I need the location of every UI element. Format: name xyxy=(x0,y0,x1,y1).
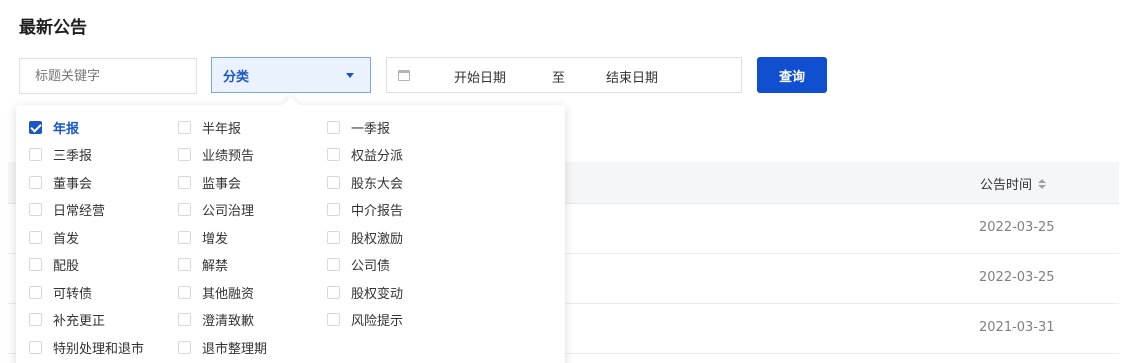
sort-icon[interactable] xyxy=(1038,178,1047,189)
category-checkbox[interactable] xyxy=(29,230,42,244)
category-option-label: 澄清致歉 xyxy=(202,314,255,329)
category-option-label: 股权变动 xyxy=(351,286,404,302)
category-option-label: 日常经营 xyxy=(53,204,106,219)
category-checkbox[interactable] xyxy=(178,120,191,134)
category-option-label: 年报 xyxy=(53,121,80,137)
category-option-label: 首发 xyxy=(53,231,80,247)
category-option[interactable]: 股权变动 xyxy=(327,284,404,302)
category-option-label: 特别处理和退市 xyxy=(53,341,145,357)
category-option[interactable]: 补充更正 xyxy=(29,312,106,329)
category-option-label: 公司债 xyxy=(351,259,391,274)
date-start-field[interactable]: 开始日期 xyxy=(454,67,506,86)
category-checkbox[interactable] xyxy=(29,313,42,326)
category-option[interactable]: 监事会 xyxy=(178,174,242,192)
category-option[interactable]: 公司治理 xyxy=(178,202,255,219)
category-option-label: 股权激励 xyxy=(351,231,404,247)
category-option[interactable]: 特别处理和退市 xyxy=(29,339,145,357)
category-checkbox[interactable] xyxy=(178,203,191,216)
category-option[interactable]: 年报 xyxy=(29,119,80,137)
category-checkbox[interactable] xyxy=(327,175,340,189)
category-option[interactable]: 可转债 xyxy=(29,284,93,302)
category-checkbox[interactable] xyxy=(327,120,340,134)
page-title: 最新公告 xyxy=(19,18,87,38)
category-checkbox[interactable] xyxy=(327,230,340,244)
category-checkbox[interactable] xyxy=(29,148,42,161)
category-option-label: 中介报告 xyxy=(351,204,404,219)
date-range-separator: 至 xyxy=(552,71,566,86)
category-checkbox[interactable] xyxy=(178,175,191,189)
category-option[interactable]: 公司债 xyxy=(327,257,391,274)
category-checkbox[interactable] xyxy=(29,120,42,134)
category-checkbox[interactable] xyxy=(178,340,191,354)
query-button[interactable]: 查询 xyxy=(757,57,827,93)
category-select[interactable]: 分类 xyxy=(211,57,371,93)
category-option-label: 其他融资 xyxy=(202,286,255,302)
category-option[interactable]: 澄清致歉 xyxy=(178,312,255,329)
category-dropdown-panel: 年报 半年报 一季报三季报 业绩预告 权益分派董事会 监事会 股东大会日常经营 公司治理 中介报… xyxy=(16,105,565,363)
category-option-label: 半年报 xyxy=(202,121,242,137)
category-option[interactable]: 股东大会 xyxy=(327,174,404,192)
category-option-label: 权益分派 xyxy=(351,149,404,164)
category-checkbox[interactable] xyxy=(29,340,42,354)
category-checkbox[interactable] xyxy=(327,203,340,216)
category-option-label: 配股 xyxy=(53,259,80,274)
row-date: 2021-03-31 xyxy=(979,320,1055,335)
category-option-label: 可转债 xyxy=(53,286,93,302)
caret-down-icon xyxy=(346,72,354,78)
category-checkbox[interactable] xyxy=(29,175,42,189)
category-option[interactable]: 解禁 xyxy=(178,257,229,274)
row-date: 2022-03-25 xyxy=(979,270,1055,285)
category-option-label: 解禁 xyxy=(202,259,229,274)
row-date: 2022-03-25 xyxy=(979,220,1055,235)
category-option-label: 公司治理 xyxy=(202,204,255,219)
category-option-label: 董事会 xyxy=(53,176,93,192)
category-option[interactable]: 退市整理期 xyxy=(178,339,268,357)
category-option-label: 一季报 xyxy=(351,121,391,137)
category-option-label: 退市整理期 xyxy=(202,341,268,357)
category-checkbox[interactable] xyxy=(327,285,340,299)
date-range-picker[interactable]: 开始日期 至 结束日期 xyxy=(386,57,742,93)
category-option[interactable]: 风险提示 xyxy=(327,312,404,329)
category-option[interactable]: 一季报 xyxy=(327,119,391,137)
category-option-label: 补充更正 xyxy=(53,314,106,329)
category-checkbox[interactable] xyxy=(29,203,42,216)
category-option[interactable]: 增发 xyxy=(178,229,229,247)
column-header-time[interactable]: 公告时间 xyxy=(980,174,1047,193)
announcements-page: 最新公告 分类 开始日期 至 结束日期 查询 公告时间 2022-03-25 2… xyxy=(0,0,1129,363)
category-option-label: 三季报 xyxy=(53,149,93,164)
category-select-label: 分类 xyxy=(223,69,250,85)
category-checkbox[interactable] xyxy=(327,313,340,326)
category-option[interactable]: 首发 xyxy=(29,229,80,247)
category-option[interactable]: 股权激励 xyxy=(327,229,404,247)
category-option[interactable]: 其他融资 xyxy=(178,284,255,302)
category-checkbox[interactable] xyxy=(178,148,191,161)
category-option[interactable]: 三季报 xyxy=(29,147,93,164)
category-option-label: 增发 xyxy=(202,231,229,247)
date-end-field[interactable]: 结束日期 xyxy=(606,67,658,86)
category-checkbox[interactable] xyxy=(29,285,42,299)
category-option[interactable]: 董事会 xyxy=(29,174,93,192)
calendar-icon xyxy=(398,69,410,81)
category-checkbox[interactable] xyxy=(178,313,191,326)
category-option[interactable]: 半年报 xyxy=(178,119,242,137)
category-checkbox[interactable] xyxy=(327,148,340,161)
category-checkbox[interactable] xyxy=(29,258,42,271)
category-checkbox[interactable] xyxy=(178,285,191,299)
keyword-search-input[interactable] xyxy=(19,58,197,94)
category-option[interactable]: 权益分派 xyxy=(327,147,404,164)
category-checkbox[interactable] xyxy=(178,230,191,244)
category-checkbox[interactable] xyxy=(178,258,191,271)
category-option[interactable]: 日常经营 xyxy=(29,202,106,219)
category-option-label: 业绩预告 xyxy=(202,149,255,164)
category-option-label: 股东大会 xyxy=(351,176,404,192)
category-option-label: 监事会 xyxy=(202,176,242,192)
category-checkbox[interactable] xyxy=(327,258,340,271)
category-option[interactable]: 业绩预告 xyxy=(178,147,255,164)
category-option-label: 风险提示 xyxy=(351,314,404,329)
column-header-time-label: 公告时间 xyxy=(980,178,1033,193)
category-option[interactable]: 中介报告 xyxy=(327,202,404,219)
category-option[interactable]: 配股 xyxy=(29,257,80,274)
